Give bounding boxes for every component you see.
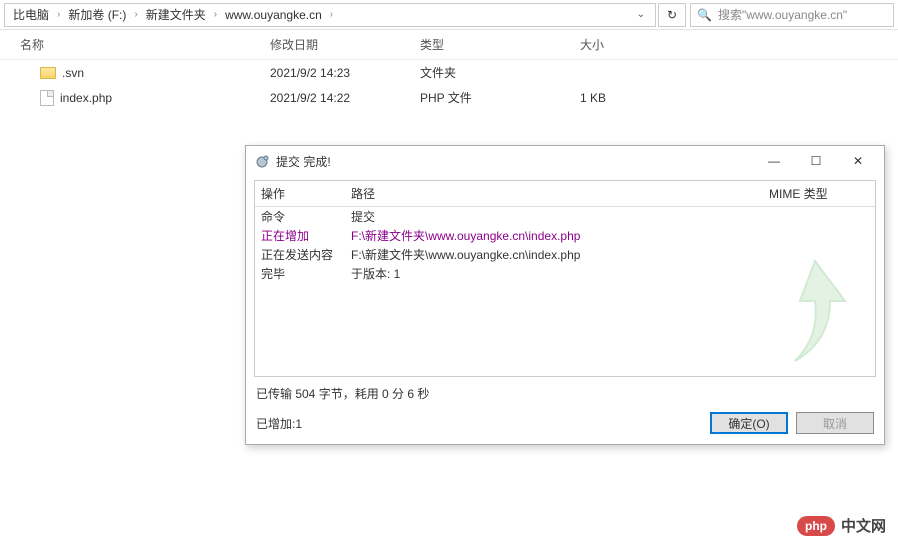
crumb-drive[interactable]: 新加卷 (F:) <box>64 4 130 25</box>
log-header: 操作 路径 MIME 类型 <box>255 181 875 207</box>
crumb-pc[interactable]: 比电脑 <box>9 4 53 25</box>
file-name: index.php <box>60 91 112 105</box>
dialog-titlebar[interactable]: 提交 完成! — ☐ ✕ <box>246 146 884 176</box>
dialog-title: 提交 完成! <box>276 153 750 170</box>
chevron-right-icon[interactable]: › <box>212 9 219 20</box>
file-type: PHP 文件 <box>420 89 580 106</box>
chevron-right-icon[interactable]: › <box>328 9 335 20</box>
col-type[interactable]: 类型 <box>420 36 580 53</box>
col-name[interactable]: 名称 <box>0 36 270 53</box>
log-area: 操作 路径 MIME 类型 命令提交 正在增加F:\新建文件夹\www.ouya… <box>254 180 876 377</box>
address-bar: 比电脑 › 新加卷 (F:) › 新建文件夹 › www.ouyangke.cn… <box>0 0 898 30</box>
log-row: 命令提交 <box>255 207 875 226</box>
refresh-icon: ↻ <box>667 8 677 22</box>
file-date: 2021/9/2 14:23 <box>270 66 420 80</box>
file-icon <box>40 90 54 106</box>
file-type: 文件夹 <box>420 64 580 81</box>
file-row[interactable]: .svn 2021/9/2 14:23 文件夹 <box>0 60 898 85</box>
search-placeholder: 搜索"www.ouyangke.cn" <box>718 6 847 23</box>
file-name: .svn <box>62 66 84 80</box>
site-logo: php 中文网 <box>797 515 886 536</box>
tortoise-icon <box>254 153 270 169</box>
col-size[interactable]: 大小 <box>580 36 680 53</box>
refresh-button[interactable]: ↻ <box>658 3 686 27</box>
search-icon: 🔍 <box>697 8 712 22</box>
log-col-op[interactable]: 操作 <box>261 185 351 202</box>
transfer-info: 已传输 504 字节，耗用 0 分 6 秒 <box>246 381 884 406</box>
arrow-up-icon <box>765 251 865 371</box>
file-date: 2021/9/2 14:22 <box>270 91 420 105</box>
crumb-folder1[interactable]: 新建文件夹 <box>142 4 210 25</box>
dialog-footer: 已增加:1 确定(O) 取消 <box>246 406 884 444</box>
ok-button[interactable]: 确定(O) <box>710 412 788 434</box>
col-date[interactable]: 修改日期 <box>270 36 420 53</box>
log-col-mime[interactable]: MIME 类型 <box>769 185 869 202</box>
folder-icon <box>40 67 56 79</box>
chevron-right-icon[interactable]: › <box>55 9 62 20</box>
file-row[interactable]: index.php 2021/9/2 14:22 PHP 文件 1 KB <box>0 85 898 110</box>
commit-dialog: 提交 完成! — ☐ ✕ 操作 路径 MIME 类型 命令提交 正在增加F:\新… <box>245 145 885 445</box>
log-col-path[interactable]: 路径 <box>351 185 769 202</box>
maximize-icon: ☐ <box>811 154 822 168</box>
file-list-header: 名称 修改日期 类型 大小 <box>0 30 898 60</box>
close-button[interactable]: ✕ <box>840 149 876 173</box>
log-row: 正在增加F:\新建文件夹\www.ouyangke.cn\index.php <box>255 226 875 245</box>
logo-badge: php <box>797 516 835 536</box>
breadcrumb[interactable]: 比电脑 › 新加卷 (F:) › 新建文件夹 › www.ouyangke.cn… <box>4 3 656 27</box>
cancel-button: 取消 <box>796 412 874 434</box>
search-input[interactable]: 🔍 搜索"www.ouyangke.cn" <box>690 3 894 27</box>
logo-text: 中文网 <box>841 515 886 536</box>
crumb-folder2[interactable]: www.ouyangke.cn <box>221 6 326 24</box>
minimize-button[interactable]: — <box>756 149 792 173</box>
close-icon: ✕ <box>853 154 863 168</box>
chevron-right-icon[interactable]: › <box>132 9 139 20</box>
maximize-button[interactable]: ☐ <box>798 149 834 173</box>
added-count: 已增加:1 <box>256 415 702 432</box>
file-size: 1 KB <box>580 91 680 105</box>
chevron-down-icon[interactable]: ⌄ <box>631 9 651 20</box>
minimize-icon: — <box>768 154 780 168</box>
